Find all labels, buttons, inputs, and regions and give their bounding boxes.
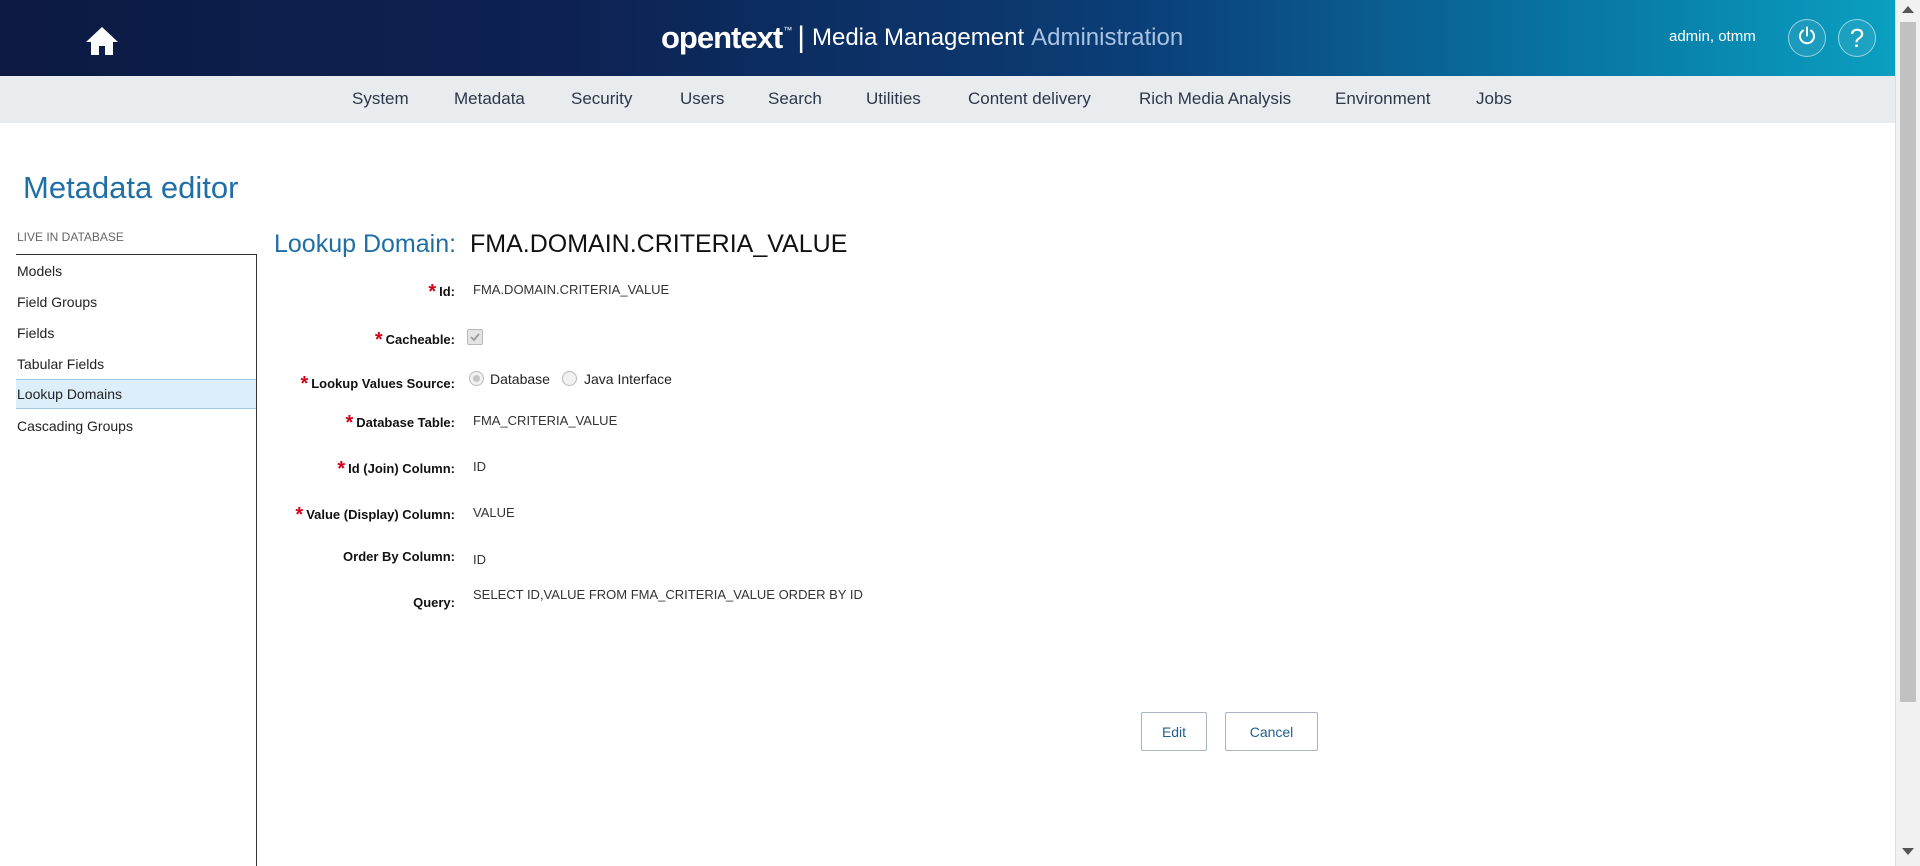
sidebar-item-models[interactable]: Models	[16, 256, 256, 286]
source-database-label: Database	[490, 371, 550, 387]
home-icon[interactable]	[84, 25, 120, 57]
nav-security[interactable]: Security	[571, 89, 632, 109]
sidebar-item-lookup-domains[interactable]: Lookup Domains	[16, 379, 256, 409]
nav-utilities[interactable]: Utilities	[866, 89, 921, 109]
cancel-button[interactable]: Cancel	[1225, 712, 1318, 751]
table-value: FMA_CRITERIA_VALUE	[473, 413, 618, 428]
brand-title: Media Management	[811, 24, 1025, 51]
scroll-thumb[interactable]	[1900, 22, 1916, 702]
nav-metadata[interactable]: Metadata	[454, 89, 525, 109]
display-column-value: VALUE	[473, 505, 515, 520]
help-button[interactable]: ?	[1838, 19, 1876, 57]
brand-subtitle: Administration	[1031, 24, 1184, 51]
required-marker: *	[300, 373, 309, 395]
page-scrollbar[interactable]	[1895, 0, 1920, 866]
required-marker: *	[374, 329, 383, 351]
app-brand: opentext ™ | Media Management Administrat…	[661, 20, 1183, 56]
power-icon	[1796, 25, 1818, 52]
brand-separator: |	[797, 21, 805, 54]
join-column-value: ID	[473, 459, 486, 474]
nav-rich-media-analysis[interactable]: Rich Media Analysis	[1139, 89, 1291, 109]
sidebar-item-field-groups[interactable]: Field Groups	[16, 287, 256, 317]
order-column-value: ID	[473, 552, 486, 567]
sidebar-divider	[16, 254, 256, 255]
source-java-interface-label: Java Interface	[584, 371, 672, 387]
form-heading: Lookup Domain: FMA.DOMAIN.CRITERIA_VALUE	[274, 230, 847, 259]
sidebar-item-tabular-fields[interactable]: Tabular Fields	[16, 349, 256, 379]
nav-content-delivery[interactable]: Content delivery	[968, 89, 1091, 109]
required-marker: *	[345, 412, 354, 434]
table-label: * Database Table:	[345, 412, 455, 434]
sidebar-border	[256, 254, 257, 866]
scroll-down-arrow-icon[interactable]	[1902, 848, 1914, 855]
display-column-label: * Value (Display) Column:	[295, 504, 455, 526]
source-label: * Lookup Values Source:	[300, 373, 455, 395]
cacheable-checkbox[interactable]	[467, 329, 483, 345]
required-marker: *	[337, 458, 346, 480]
query-label: Query:	[413, 595, 455, 610]
cacheable-label: * Cacheable:	[374, 329, 455, 351]
query-value: SELECT ID,VALUE FROM FMA_CRITERIA_VALUE …	[473, 587, 863, 602]
top-banner: opentext ™ | Media Management Administrat…	[0, 0, 1895, 76]
sidebar-item-fields[interactable]: Fields	[16, 318, 256, 348]
main-nav: System Metadata Security Users Search Ut…	[0, 76, 1895, 123]
source-database-radio[interactable]	[469, 371, 484, 386]
id-label: * Id:	[428, 281, 455, 303]
nav-jobs[interactable]: Jobs	[1476, 89, 1512, 109]
form-heading-value: FMA.DOMAIN.CRITERIA_VALUE	[470, 230, 848, 258]
page-title: Metadata editor	[23, 170, 239, 205]
brand-logo: opentext	[661, 20, 783, 55]
form-heading-label: Lookup Domain:	[274, 230, 457, 258]
sidebar-item-cascading-groups[interactable]: Cascading Groups	[16, 411, 256, 441]
nav-environment[interactable]: Environment	[1335, 89, 1430, 109]
nav-system[interactable]: System	[352, 89, 409, 109]
id-value: FMA.DOMAIN.CRITERIA_VALUE	[473, 282, 670, 297]
help-icon: ?	[1849, 22, 1865, 53]
checkmark-icon	[470, 333, 480, 342]
sidebar-heading: LIVE IN DATABASE	[17, 230, 124, 244]
edit-button[interactable]: Edit	[1141, 712, 1207, 751]
required-marker: *	[295, 504, 304, 526]
required-marker: *	[428, 281, 437, 303]
join-column-label: * Id (Join) Column:	[337, 458, 455, 480]
order-column-label: Order By Column:	[343, 549, 455, 564]
scroll-up-arrow-icon[interactable]	[1902, 6, 1914, 13]
nav-users[interactable]: Users	[680, 89, 724, 109]
logout-button[interactable]	[1788, 19, 1826, 57]
nav-search[interactable]: Search	[768, 89, 822, 109]
user-name[interactable]: admin, otmm	[1669, 28, 1756, 45]
brand-trademark: ™	[783, 25, 793, 35]
source-java-interface-radio[interactable]	[562, 371, 577, 386]
